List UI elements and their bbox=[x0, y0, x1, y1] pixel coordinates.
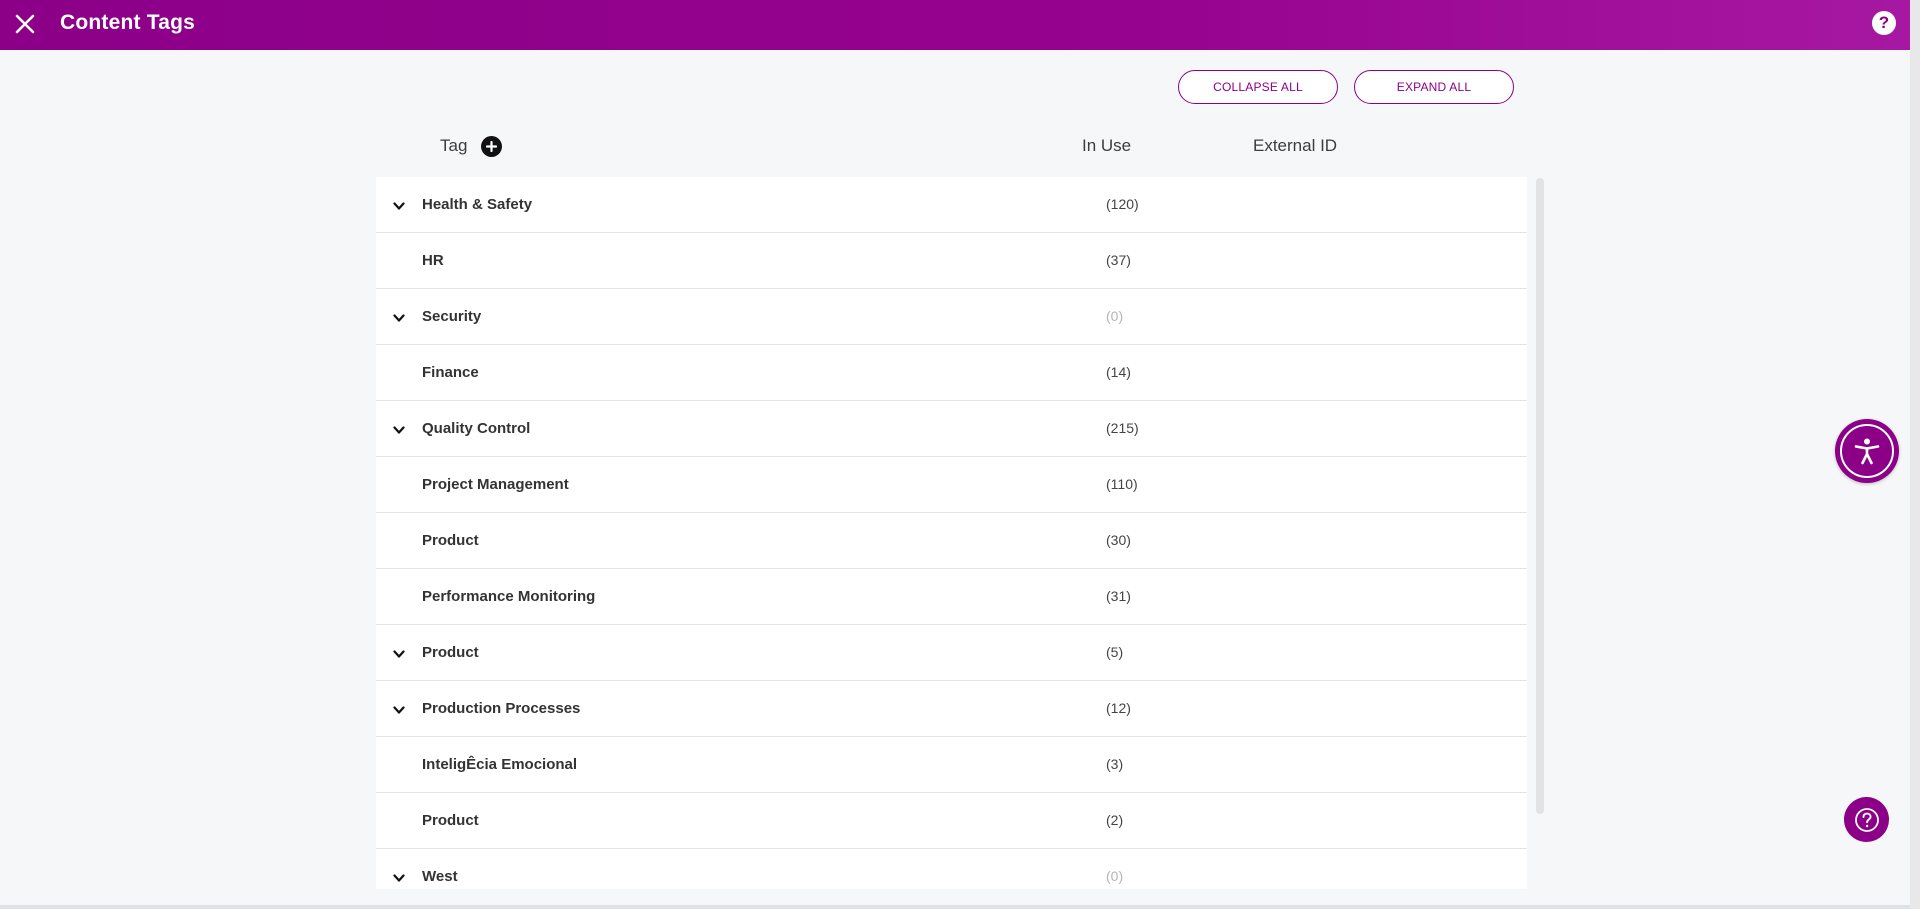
tag-name: Product bbox=[422, 644, 479, 661]
help-button[interactable]: ? bbox=[1872, 11, 1896, 35]
table-row[interactable]: Product (30) bbox=[376, 513, 1527, 569]
tag-name: Quality Control bbox=[422, 420, 531, 437]
tag-name: HR bbox=[422, 252, 444, 269]
tag-in-use-count: (3) bbox=[1106, 756, 1124, 772]
chevron-down-icon bbox=[393, 873, 405, 882]
tag-name: Security bbox=[422, 308, 482, 325]
chevron-down-icon bbox=[393, 313, 405, 322]
accessibility-ring bbox=[1840, 424, 1894, 478]
close-icon bbox=[15, 14, 35, 34]
expand-row-button[interactable] bbox=[390, 645, 408, 663]
table-row[interactable]: Quality Control (215) bbox=[376, 401, 1527, 457]
tag-name: Production Processes bbox=[422, 700, 581, 717]
column-header-tag: Tag bbox=[440, 136, 468, 155]
support-chat-button[interactable] bbox=[1844, 797, 1889, 842]
help-icon: ? bbox=[1878, 13, 1890, 32]
expand-row-button[interactable] bbox=[390, 197, 408, 215]
chevron-down-icon bbox=[393, 201, 405, 210]
chevron-down-icon bbox=[393, 649, 405, 658]
column-header-in-use: In Use bbox=[1082, 136, 1132, 155]
expand-row-button[interactable] bbox=[390, 309, 408, 327]
column-header-external-id: External ID bbox=[1253, 136, 1338, 155]
header-bar: Content Tags ? bbox=[0, 0, 1910, 50]
tag-in-use-count: (14) bbox=[1106, 364, 1131, 380]
tag-name: West bbox=[422, 868, 458, 885]
table-row[interactable]: InteligÊcia Emocional (3) bbox=[376, 737, 1527, 793]
tag-name: Project Management bbox=[422, 476, 569, 493]
tag-in-use-count: (2) bbox=[1106, 812, 1124, 828]
table-row[interactable]: Finance (14) bbox=[376, 345, 1527, 401]
accessibility-icon bbox=[1854, 438, 1880, 465]
expand-row-button[interactable] bbox=[390, 869, 408, 887]
tag-name: Performance Monitoring bbox=[422, 588, 596, 605]
table-row[interactable]: Health & Safety (120) bbox=[376, 177, 1527, 233]
question-circle-icon bbox=[1854, 807, 1879, 832]
tag-name: Health & Safety bbox=[422, 196, 533, 213]
tag-in-use-count: (12) bbox=[1106, 700, 1131, 716]
table-row[interactable]: Product (2) bbox=[376, 793, 1527, 849]
table-row[interactable]: West (0) bbox=[376, 849, 1527, 889]
tag-in-use-count: (31) bbox=[1106, 588, 1131, 604]
tag-in-use-count: (215) bbox=[1106, 420, 1139, 436]
page-scrollbar[interactable] bbox=[1910, 0, 1920, 909]
tag-in-use-count: (5) bbox=[1106, 644, 1124, 660]
table-row[interactable]: HR (37) bbox=[376, 233, 1527, 289]
tags-table: Health & Safety (120) HR (37) Security (0) Fin… bbox=[376, 177, 1527, 889]
plus-circle-icon bbox=[486, 141, 497, 152]
collapse-all-button[interactable]: COLLAPSE ALL bbox=[1178, 70, 1338, 104]
tag-name: Product bbox=[422, 532, 479, 549]
table-row[interactable]: Security (0) bbox=[376, 289, 1527, 345]
expand-row-button[interactable] bbox=[390, 701, 408, 719]
chevron-down-icon bbox=[393, 705, 405, 714]
tag-name: InteligÊcia Emocional bbox=[422, 756, 578, 773]
page-title: Content Tags bbox=[60, 11, 196, 34]
tag-in-use-count: (120) bbox=[1106, 196, 1139, 212]
expand-all-button[interactable]: EXPAND ALL bbox=[1354, 70, 1514, 104]
tag-in-use-count: (37) bbox=[1106, 252, 1131, 268]
close-button[interactable] bbox=[10, 9, 40, 39]
tag-in-use-count: (110) bbox=[1106, 476, 1138, 492]
table-row[interactable]: Project Management (110) bbox=[376, 457, 1527, 513]
accessibility-button[interactable] bbox=[1835, 419, 1899, 483]
tag-in-use-count: (0) bbox=[1106, 308, 1124, 324]
chevron-down-icon bbox=[393, 425, 405, 434]
table-row[interactable]: Product (5) bbox=[376, 625, 1527, 681]
tag-in-use-count: (30) bbox=[1106, 532, 1131, 548]
page-bottom-border bbox=[0, 905, 1910, 909]
tag-name: Finance bbox=[422, 364, 479, 381]
table-row[interactable]: Production Processes (12) bbox=[376, 681, 1527, 737]
tag-in-use-count: (0) bbox=[1106, 868, 1124, 884]
table-scrollbar[interactable] bbox=[1536, 178, 1544, 814]
add-tag-button[interactable] bbox=[481, 136, 502, 157]
expand-row-button[interactable] bbox=[390, 421, 408, 439]
table-row[interactable]: Performance Monitoring (31) bbox=[376, 569, 1527, 625]
content-tags-page: Content Tags ? COLLAPSE ALL EXPAND ALL T… bbox=[0, 0, 1920, 909]
tag-name: Product bbox=[422, 812, 479, 829]
